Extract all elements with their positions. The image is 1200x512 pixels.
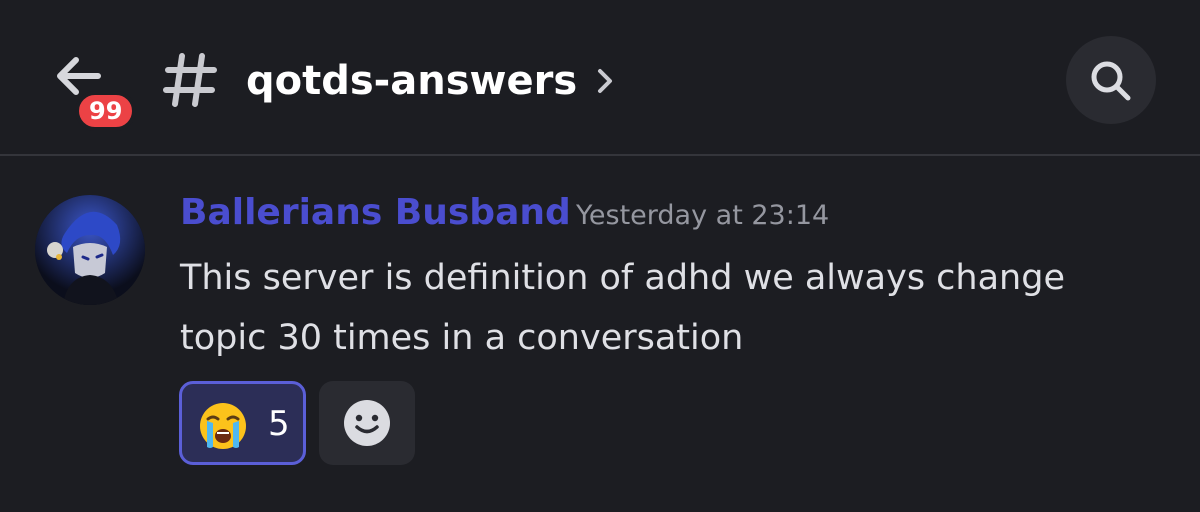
discord-channel-view: 99 qotds-answers Ballerians Busband Yest… <box>0 0 1200 512</box>
chevron-right-icon[interactable] <box>594 66 616 96</box>
search-button[interactable] <box>1066 36 1156 124</box>
author-name[interactable]: Ballerians Busband <box>180 190 571 236</box>
header-divider <box>0 154 1200 156</box>
unread-badge: 99 <box>75 91 137 131</box>
channel-header: 99 qotds-answers <box>0 0 1200 156</box>
message-timestamp: Yesterday at 23:14 <box>576 200 830 231</box>
loudly-crying-face-icon <box>200 403 246 449</box>
message-text: This server is definition of adhd we alw… <box>180 258 1065 358</box>
search-icon <box>1091 61 1131 101</box>
reaction-loudly-crying[interactable]: 5 <box>179 381 306 465</box>
hash-icon <box>163 53 217 107</box>
reaction-count: 5 <box>268 404 290 444</box>
add-reaction-button[interactable] <box>319 381 415 465</box>
avatar[interactable] <box>35 195 145 305</box>
smiley-face-icon <box>344 400 390 446</box>
avatar-image <box>35 195 145 305</box>
channel-name[interactable]: qotds-answers <box>246 56 577 106</box>
